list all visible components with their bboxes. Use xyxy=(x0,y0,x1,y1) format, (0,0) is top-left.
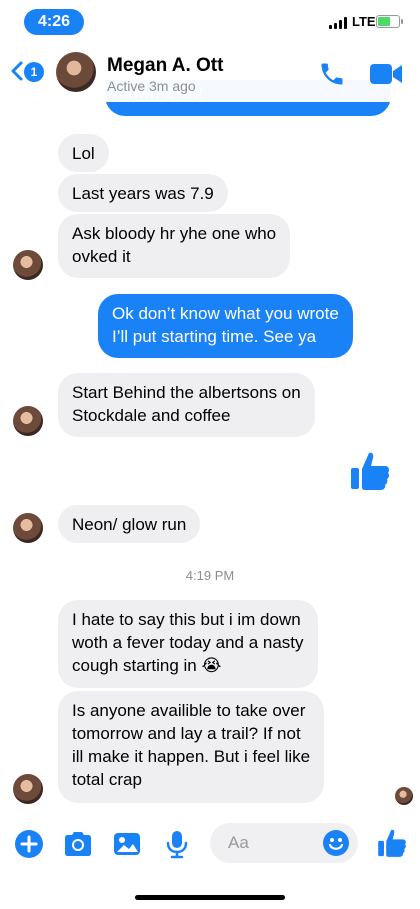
home-indicator[interactable] xyxy=(135,895,285,900)
contact-active-status: Active 3m ago xyxy=(107,78,196,94)
sender-avatar xyxy=(13,513,43,543)
conversation-header: 1 Megan A. Ott Active 3m ago xyxy=(0,44,420,102)
status-time: 4:26 xyxy=(24,9,84,35)
battery-icon xyxy=(376,15,403,28)
incoming-message[interactable]: Last years was 7.9 xyxy=(58,174,228,212)
message-composer: Aa xyxy=(0,815,420,875)
status-bar: 4:26 LTE xyxy=(0,0,420,44)
sender-avatar xyxy=(13,250,43,280)
thumbs-up-icon[interactable] xyxy=(348,449,392,493)
contact-avatar[interactable] xyxy=(56,52,96,92)
thumbs-up-send-icon[interactable] xyxy=(376,827,408,859)
microphone-icon[interactable] xyxy=(162,829,192,859)
sender-avatar xyxy=(13,774,43,804)
phone-call-icon[interactable] xyxy=(318,60,346,88)
incoming-message[interactable]: Ask bloody hr yhe one who ovked it xyxy=(58,214,291,278)
emoji-icon[interactable] xyxy=(322,829,350,857)
contact-name[interactable]: Megan A. Ott xyxy=(107,55,223,77)
message-timestamp: 4:19 PM xyxy=(185,568,235,583)
sender-avatar xyxy=(13,406,43,436)
outgoing-message[interactable]: Ok don’t know what you wrote I’ll put st… xyxy=(98,294,353,358)
camera-icon[interactable] xyxy=(63,829,93,859)
message-thread[interactable]: down 3-1/2 Lol Last years was 7.9 Ask bl… xyxy=(0,80,420,810)
incoming-message[interactable]: Start Behind the albertsons on Stockdale… xyxy=(58,373,315,437)
signal-icon xyxy=(329,17,347,29)
incoming-message[interactable]: Neon/ glow run xyxy=(58,505,201,543)
read-receipt-avatar xyxy=(395,787,413,805)
message-input-placeholder: Aa xyxy=(228,833,249,852)
network-label: LTE xyxy=(352,14,376,29)
incoming-message[interactable]: Is anyone availible to take over tomorro… xyxy=(58,691,325,803)
incoming-message[interactable]: I hate to say this but i im down woth a … xyxy=(58,600,318,688)
unread-count-badge[interactable]: 1 xyxy=(24,62,44,82)
video-call-icon[interactable] xyxy=(369,62,403,86)
message-input[interactable]: Aa xyxy=(210,823,358,863)
photo-gallery-icon[interactable] xyxy=(112,829,142,859)
plus-icon[interactable] xyxy=(14,829,44,859)
incoming-message[interactable]: Lol xyxy=(58,134,109,172)
